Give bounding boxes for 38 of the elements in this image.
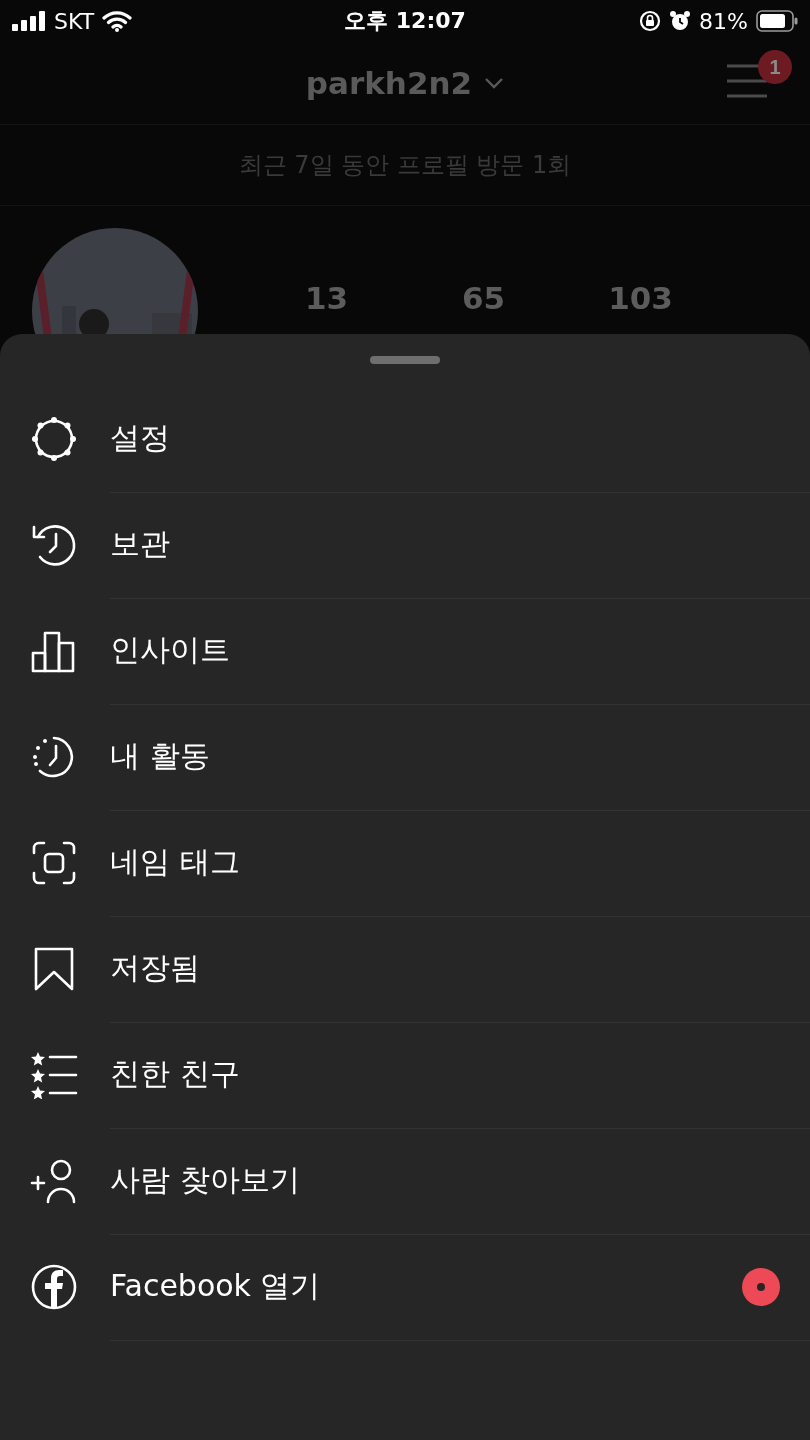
rotation-lock-icon xyxy=(639,10,662,32)
menu-item[interactable]: 네임 태그 xyxy=(0,810,810,916)
stat-count: 103 xyxy=(608,280,673,316)
menu-item[interactable]: 저장됨 xyxy=(0,916,810,1022)
menu-item[interactable]: 설정 xyxy=(0,386,810,492)
add-person-icon xyxy=(30,1157,78,1205)
menu-label: 저장됨 xyxy=(110,949,200,987)
menu-label: 네임 태그 xyxy=(110,843,240,881)
wifi-icon xyxy=(102,10,133,32)
status-time: 오후 12:07 xyxy=(344,7,466,35)
carrier-name: SKT xyxy=(54,8,95,34)
menu-label: 인사이트 xyxy=(110,631,230,669)
facebook-icon xyxy=(30,1263,78,1311)
menu-item[interactable]: 인사이트 xyxy=(0,598,810,704)
menu-label: Facebook 열기 xyxy=(110,1267,321,1305)
menu-item[interactable]: 친한 친구 xyxy=(0,1022,810,1128)
menu-item[interactable]: 내 활동 xyxy=(0,704,810,810)
chevron-down-icon xyxy=(484,77,505,89)
scan-frame-icon xyxy=(30,839,78,887)
menu-label: 친한 친구 xyxy=(110,1055,240,1093)
menu-label: 내 활동 xyxy=(110,737,210,775)
battery-percent: 81% xyxy=(699,8,748,34)
menu-icon xyxy=(726,64,768,98)
menu-label: 설정 xyxy=(110,419,170,457)
menu-label: 보관 xyxy=(110,525,170,563)
stat-count: 65 xyxy=(461,280,506,316)
stat-count: 13 xyxy=(304,280,349,316)
battery-icon xyxy=(756,10,798,32)
notification-badge: 1 xyxy=(758,50,792,84)
signal-icon xyxy=(12,11,46,31)
menu-item[interactable]: 보관 xyxy=(0,492,810,598)
menu-label: 사람 찾아보기 xyxy=(110,1161,300,1199)
alarm-icon xyxy=(669,10,692,32)
settings-icon xyxy=(30,415,78,463)
menu-item[interactable]: 사람 찾아보기 xyxy=(0,1128,810,1234)
star-list-icon xyxy=(30,1051,78,1099)
drag-handle[interactable] xyxy=(370,356,440,364)
menu-item[interactable]: Facebook 열기 xyxy=(0,1234,810,1340)
